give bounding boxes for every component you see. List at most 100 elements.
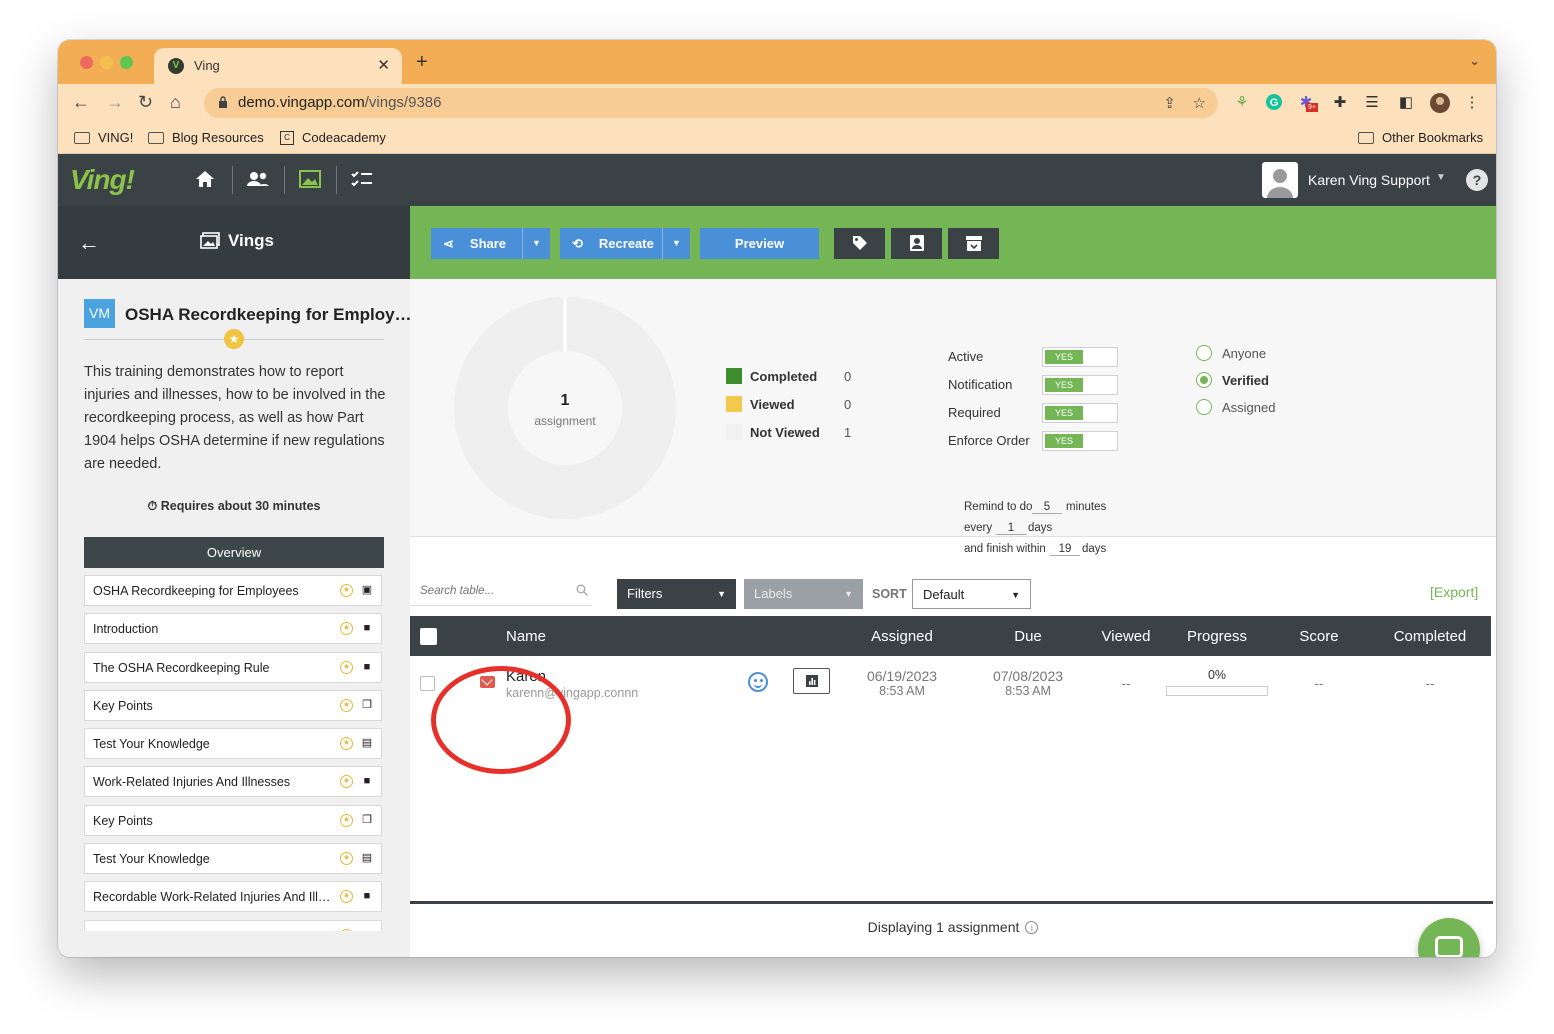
chevron-down-icon[interactable]: ▼ bbox=[1436, 172, 1446, 183]
content-item[interactable]: Test Your Knowledge ★ ▤ bbox=[84, 843, 382, 875]
report-button[interactable] bbox=[793, 668, 830, 694]
back-icon[interactable]: ← bbox=[72, 92, 90, 112]
star-outline-icon[interactable]: ★ bbox=[340, 890, 353, 904]
content-item[interactable]: Introduction ★ ■ bbox=[84, 613, 382, 645]
people-nav-icon[interactable] bbox=[246, 168, 270, 192]
export-link[interactable]: [Export] bbox=[1430, 584, 1478, 600]
recreate-dropdown-caret-icon[interactable]: ▼ bbox=[662, 228, 690, 259]
recreate-button[interactable]: ⟲ Recreate ▼ bbox=[560, 228, 690, 259]
close-window-button[interactable] bbox=[80, 56, 93, 69]
content-item[interactable]: Test Your Knowledge ★ ▤ bbox=[84, 728, 382, 760]
content-item[interactable]: Key Points ★ ❐ bbox=[84, 804, 382, 836]
home-icon[interactable]: ⌂ bbox=[170, 92, 181, 112]
smiley-face-icon[interactable] bbox=[748, 672, 768, 692]
table-row[interactable]: Karen karenn@vingapp.connn 06/19/2023 8:… bbox=[410, 656, 1491, 716]
star-outline-icon[interactable]: ★ bbox=[340, 660, 353, 674]
minimize-window-button[interactable] bbox=[100, 56, 113, 69]
column-progress[interactable]: Progress bbox=[1166, 628, 1268, 645]
share-dropdown-caret-icon[interactable]: ▼ bbox=[522, 228, 550, 259]
star-outline-icon[interactable]: ★ bbox=[340, 584, 353, 597]
profile-avatar[interactable] bbox=[1430, 93, 1450, 113]
extension-icon[interactable]: ⚘ bbox=[1232, 93, 1252, 113]
star-outline-icon[interactable]: ★ bbox=[340, 928, 353, 931]
sort-select[interactable]: Default ▼ bbox=[912, 579, 1031, 609]
star-outline-icon[interactable]: ★ bbox=[340, 698, 353, 712]
help-icon[interactable]: ? bbox=[1466, 169, 1488, 191]
vings-image-nav-icon[interactable] bbox=[298, 168, 322, 192]
option-toggle[interactable]: YES bbox=[1042, 375, 1118, 395]
option-toggle[interactable]: YES bbox=[1042, 347, 1118, 367]
column-assigned[interactable]: Assigned bbox=[842, 628, 962, 645]
content-item[interactable]: The OSHA Recordkeeping Rule ★ ■ bbox=[84, 651, 382, 683]
browser-menu-icon[interactable]: ⋮ bbox=[1462, 93, 1482, 113]
content-item[interactable]: Work-Related Injuries And Illnesses ★ ■ bbox=[84, 766, 382, 798]
back-arrow-icon[interactable]: ← bbox=[78, 230, 100, 256]
content-item[interactable]: Recordable Work-Related Injuries And Ill… bbox=[84, 881, 382, 913]
browser-window: V Ving ✕ + ⌄ ← → ↻ ⌂ demo.vingapp.com/vi… bbox=[58, 40, 1496, 957]
forward-icon[interactable]: → bbox=[106, 92, 124, 112]
visibility-option[interactable]: Assigned bbox=[1196, 399, 1275, 415]
option-toggle[interactable]: YES bbox=[1042, 403, 1118, 423]
finish-days-value[interactable]: 19 bbox=[1050, 543, 1080, 556]
every-days-value[interactable]: 1 bbox=[996, 522, 1026, 535]
search-table[interactable] bbox=[410, 578, 592, 606]
home-nav-icon[interactable] bbox=[194, 168, 216, 192]
option-toggle[interactable]: YES bbox=[1042, 431, 1118, 451]
column-viewed[interactable]: Viewed bbox=[1086, 628, 1166, 645]
labels-dropdown[interactable]: Labels ▼ bbox=[744, 579, 863, 609]
address-bar[interactable]: demo.vingapp.com/vings/9386 ⇪ ☆ bbox=[204, 88, 1218, 118]
visibility-option[interactable]: Anyone bbox=[1196, 345, 1266, 361]
maximize-window-button[interactable] bbox=[120, 56, 133, 69]
radio-button[interactable] bbox=[1196, 372, 1212, 388]
star-outline-icon[interactable]: ★ bbox=[340, 813, 353, 827]
bookmark-star-icon[interactable]: ☆ bbox=[1193, 94, 1206, 112]
bookmark-ving[interactable]: VING! bbox=[74, 130, 133, 145]
every-unit: days bbox=[1028, 522, 1053, 534]
other-bookmarks[interactable]: Other Bookmarks bbox=[1358, 130, 1483, 145]
tab-close-icon[interactable]: ✕ bbox=[377, 56, 390, 74]
side-panel-icon[interactable]: ◧ bbox=[1396, 93, 1416, 113]
filters-dropdown[interactable]: Filters ▼ bbox=[617, 579, 736, 609]
content-item[interactable]: OSHA Recordkeeping for Employees ★ ▣ bbox=[84, 575, 382, 606]
reload-icon[interactable]: ↻ bbox=[138, 92, 153, 112]
bookmark-blog-resources[interactable]: Blog Resources bbox=[148, 130, 264, 145]
remind-minutes-value[interactable]: 5 bbox=[1032, 501, 1062, 514]
checklist-nav-icon[interactable] bbox=[350, 168, 374, 192]
new-tab-icon[interactable]: + bbox=[416, 51, 428, 74]
star-outline-icon[interactable]: ★ bbox=[340, 852, 353, 866]
puzzle-extensions-icon[interactable]: ✚ bbox=[1330, 93, 1350, 113]
select-all-checkbox[interactable] bbox=[420, 628, 437, 645]
star-outline-icon[interactable]: ★ bbox=[340, 775, 353, 789]
radio-button[interactable] bbox=[1196, 399, 1212, 415]
content-item[interactable]: Key Points ★ ❐ bbox=[84, 689, 382, 721]
content-item[interactable]: ★■ bbox=[84, 919, 382, 931]
star-outline-icon[interactable]: ★ bbox=[340, 622, 353, 636]
column-score[interactable]: Score bbox=[1279, 628, 1359, 645]
row-checkbox[interactable] bbox=[420, 676, 435, 691]
bookmark-codeacademy[interactable]: C Codeacademy bbox=[280, 130, 386, 145]
tag-icon[interactable] bbox=[834, 228, 885, 259]
visibility-option[interactable]: Verified bbox=[1196, 372, 1269, 388]
star-outline-icon[interactable]: ★ bbox=[340, 737, 353, 751]
ving-logo[interactable]: Ving! bbox=[70, 164, 135, 196]
user-name[interactable]: Karen Ving Support bbox=[1308, 172, 1430, 188]
user-avatar[interactable] bbox=[1262, 162, 1298, 198]
preview-button[interactable]: Preview bbox=[700, 228, 819, 259]
share-button[interactable]: ⋖ Share ▼ bbox=[431, 228, 550, 259]
column-due[interactable]: Due bbox=[968, 628, 1088, 645]
overview-button[interactable]: Overview bbox=[84, 537, 384, 568]
star-icon[interactable]: ★ bbox=[224, 329, 244, 349]
share-page-icon[interactable]: ⇪ bbox=[1163, 94, 1176, 112]
search-input[interactable] bbox=[420, 585, 570, 597]
radio-button[interactable] bbox=[1196, 345, 1212, 361]
info-icon[interactable]: i bbox=[1025, 921, 1039, 934]
column-completed[interactable]: Completed bbox=[1380, 628, 1480, 645]
contact-card-icon[interactable] bbox=[891, 228, 942, 259]
reading-list-icon[interactable]: ☰ bbox=[1362, 93, 1382, 113]
extension-badge-icon[interactable]: ✱9+ bbox=[1296, 93, 1318, 113]
column-name[interactable]: Name bbox=[506, 628, 546, 645]
archive-icon[interactable] bbox=[948, 228, 999, 259]
grammarly-icon[interactable]: G bbox=[1264, 93, 1284, 113]
tab-search-chevron-icon[interactable]: ⌄ bbox=[1469, 53, 1480, 69]
browser-tab[interactable]: V Ving ✕ bbox=[154, 48, 402, 84]
